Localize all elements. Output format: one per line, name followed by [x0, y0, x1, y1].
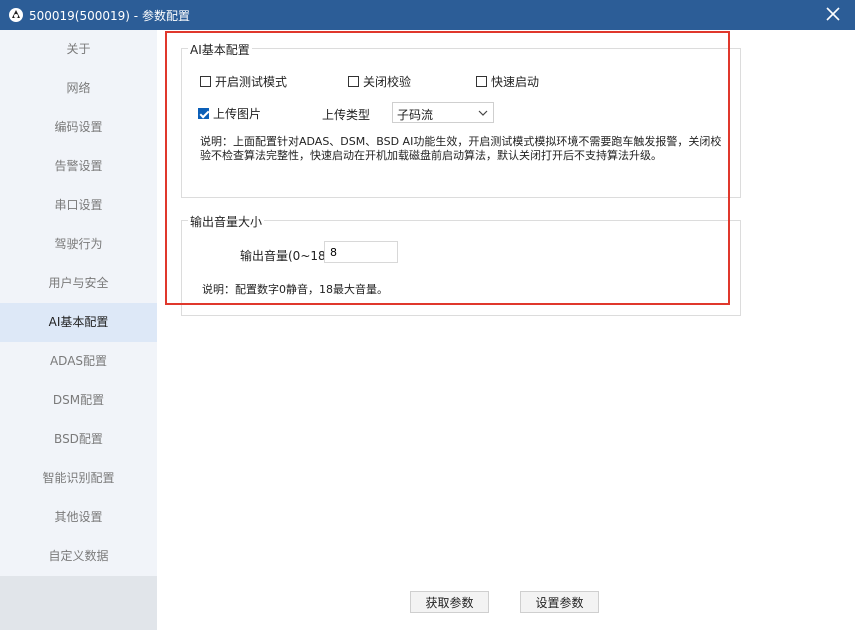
- sidebar-item-network[interactable]: 网络: [0, 69, 157, 108]
- sidebar-item-driving-behavior[interactable]: 驾驶行为: [0, 225, 157, 264]
- highlight-rectangle: [165, 31, 730, 305]
- sidebar-item-encoding[interactable]: 编码设置: [0, 108, 157, 147]
- sidebar-item-custom-data[interactable]: 自定义数据: [0, 537, 157, 576]
- sidebar-item-user-security[interactable]: 用户与安全: [0, 264, 157, 303]
- sidebar-item-smart-recognition[interactable]: 智能识别配置: [0, 459, 157, 498]
- sidebar-item-adas[interactable]: ADAS配置: [0, 342, 157, 381]
- app-logo-icon: [9, 8, 23, 22]
- sidebar-item-about[interactable]: 关于: [0, 30, 157, 69]
- set-params-button[interactable]: 设置参数: [520, 591, 599, 613]
- close-icon[interactable]: [815, 0, 851, 30]
- get-params-button[interactable]: 获取参数: [410, 591, 489, 613]
- settings-sidebar: 关于 网络 编码设置 告警设置 串口设置 驾驶行为 用户与安全 AI基本配置 A…: [0, 30, 157, 630]
- sidebar-item-serial[interactable]: 串口设置: [0, 186, 157, 225]
- sidebar-item-other[interactable]: 其他设置: [0, 498, 157, 537]
- window-title: 500019(500019) - 参数配置: [29, 9, 190, 23]
- sidebar-item-ai-basic[interactable]: AI基本配置: [0, 303, 157, 342]
- sidebar-empty-area: [0, 576, 157, 630]
- title-bar: 500019(500019) - 参数配置: [0, 0, 855, 30]
- sidebar-item-bsd[interactable]: BSD配置: [0, 420, 157, 459]
- sidebar-item-dsm[interactable]: DSM配置: [0, 381, 157, 420]
- sidebar-item-alarm[interactable]: 告警设置: [0, 147, 157, 186]
